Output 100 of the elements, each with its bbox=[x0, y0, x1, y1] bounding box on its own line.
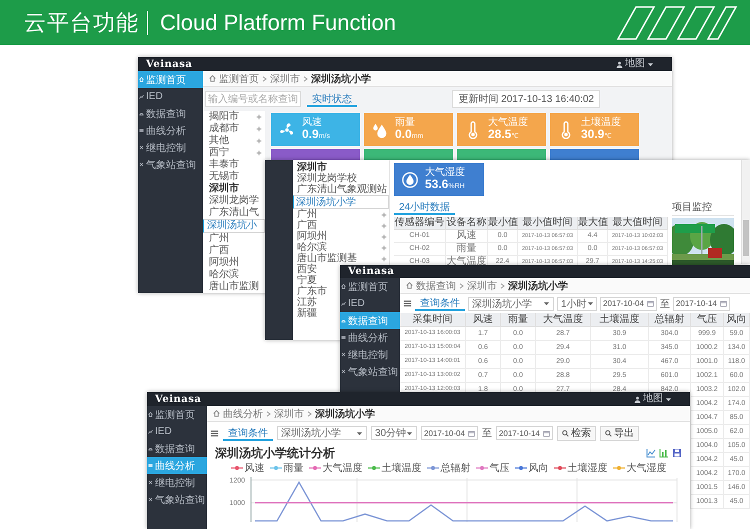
legend-label[interactable]: 土壤湿度 bbox=[568, 462, 608, 474]
gauge-icon bbox=[139, 111, 144, 116]
bar-chart-icon[interactable] bbox=[659, 448, 669, 458]
site-item[interactable]: 深圳汤坑小 bbox=[203, 219, 265, 233]
nav-item[interactable]: 曲线分析 bbox=[138, 122, 203, 139]
chevron-icon bbox=[307, 410, 312, 416]
legend-label[interactable]: 大气湿度 bbox=[626, 462, 666, 474]
site-item[interactable]: 广东市 bbox=[293, 286, 329, 297]
tab[interactable]: 查询条件 bbox=[415, 296, 465, 311]
site-item[interactable]: 丰泰市 bbox=[203, 159, 265, 171]
site-item[interactable]: 其他 bbox=[203, 135, 265, 147]
search-field[interactable]: 输入编号或名称查询 bbox=[205, 91, 301, 107]
tab[interactable]: 查询条件 bbox=[223, 426, 273, 440]
column-header: 总辐射 bbox=[649, 313, 691, 327]
tab[interactable]: 24小时数据 bbox=[394, 200, 456, 215]
nav-item[interactable]: 数据查询 bbox=[147, 440, 207, 457]
nav-item[interactable]: IED bbox=[138, 88, 203, 105]
site-item[interactable]: 成都市 bbox=[203, 123, 265, 135]
nav-item[interactable]: 继电控制 bbox=[138, 139, 203, 156]
date-field[interactable]: 2017-10-14 bbox=[672, 296, 730, 310]
menu-icon[interactable] bbox=[210, 428, 219, 438]
site-item[interactable]: 深圳市 bbox=[203, 183, 265, 195]
nav-item[interactable]: 气象站查询 bbox=[138, 156, 203, 173]
scrollbar[interactable] bbox=[741, 160, 750, 264]
breadcrumb-link[interactable]: 深圳市 bbox=[274, 406, 304, 420]
site-item[interactable]: 广西 bbox=[203, 245, 265, 257]
site-item[interactable]: 新疆 bbox=[293, 308, 319, 319]
nav-item[interactable]: 数据查询 bbox=[138, 105, 203, 122]
breadcrumb-link[interactable]: 深圳汤坑小学 bbox=[508, 278, 568, 292]
site-item[interactable]: 深圳龙岗学 bbox=[203, 195, 265, 207]
chevron-icon bbox=[266, 410, 271, 416]
site-item[interactable]: 广西 bbox=[293, 220, 389, 231]
site-item[interactable]: 哈尔滨 bbox=[293, 242, 389, 253]
date-field[interactable]: 2017-10-04 bbox=[421, 426, 478, 440]
breadcrumb-link[interactable]: 深圳汤坑小学 bbox=[311, 72, 371, 86]
save-icon[interactable] bbox=[672, 448, 682, 458]
metric-label: 土壤温度 bbox=[581, 117, 621, 128]
site-item[interactable]: 唐山市监测 bbox=[203, 281, 265, 293]
breadcrumb-link[interactable]: 深圳汤坑小学 bbox=[315, 406, 375, 420]
nav-item[interactable]: 曲线分析 bbox=[340, 329, 400, 346]
home-icon bbox=[148, 412, 153, 417]
user-menu-button[interactable]: 地图 bbox=[614, 58, 656, 70]
nav-item[interactable]: 继电控制 bbox=[147, 474, 207, 491]
interval-select[interactable]: 1小时 bbox=[557, 296, 597, 310]
site-item[interactable]: 哈尔滨 bbox=[203, 269, 265, 281]
site-item[interactable]: 广东清山气 bbox=[203, 207, 265, 219]
date-field[interactable]: 2017-10-14 bbox=[496, 426, 553, 440]
site-item[interactable]: 宁夏 bbox=[293, 275, 319, 286]
nav-item[interactable]: 监测首页 bbox=[147, 406, 207, 423]
column-header: 大气温度 bbox=[536, 313, 591, 327]
breadcrumb-link[interactable]: 监测首页 bbox=[219, 72, 259, 86]
interval-select[interactable]: 30分钟 bbox=[371, 426, 417, 440]
cross-icon bbox=[148, 497, 153, 502]
site-item[interactable]: 唐山市监测基 bbox=[293, 253, 389, 264]
breadcrumb-link[interactable]: 曲线分析 bbox=[223, 406, 263, 420]
nav-item[interactable]: 气象站查询 bbox=[147, 491, 207, 508]
nav-item[interactable]: IED bbox=[340, 295, 400, 312]
legend-label[interactable]: 风向 bbox=[528, 462, 548, 474]
site-item[interactable]: 西安 bbox=[293, 264, 319, 275]
site-item[interactable]: 广州 bbox=[203, 233, 265, 245]
site-item[interactable]: 揭阳市 bbox=[203, 111, 265, 123]
banner-title: 云平台功能 bbox=[24, 8, 139, 36]
site-item[interactable]: 深圳市 bbox=[293, 162, 329, 173]
date-field[interactable]: 2017-10-04 bbox=[600, 296, 657, 310]
site-item[interactable]: 阿坝州 bbox=[203, 257, 265, 269]
site-item[interactable]: 江苏 bbox=[293, 297, 319, 308]
cross-icon bbox=[341, 369, 346, 374]
column-header: 最大值 bbox=[578, 217, 608, 230]
site-item[interactable]: 阿坝州 bbox=[293, 231, 389, 242]
search-button[interactable]: 检索 bbox=[556, 426, 596, 440]
site-select[interactable]: 深圳汤坑小学 bbox=[468, 296, 554, 310]
home-icon bbox=[406, 282, 413, 289]
site-select[interactable]: 深圳汤坑小学 bbox=[277, 426, 367, 440]
export-button[interactable]: 导出 bbox=[600, 426, 639, 440]
menu-icon[interactable] bbox=[403, 299, 412, 308]
legend-label[interactable]: 气压 bbox=[490, 462, 510, 474]
legend-label[interactable]: 大气温度 bbox=[322, 462, 362, 474]
metric-label: 风速 bbox=[302, 117, 323, 128]
legend-label[interactable]: 雨量 bbox=[284, 462, 304, 474]
site-item[interactable]: 广东清山气象观测站 bbox=[293, 184, 389, 195]
legend-label[interactable]: 风速 bbox=[244, 462, 264, 474]
nav-item[interactable]: 监测首页 bbox=[340, 278, 400, 295]
site-item[interactable]: 西宁 bbox=[203, 147, 265, 159]
site-item[interactable]: 深圳龙岗学校 bbox=[293, 173, 359, 184]
breadcrumb-link[interactable]: 深圳市 bbox=[467, 278, 497, 292]
legend-label[interactable]: 总辐射 bbox=[440, 462, 470, 474]
breadcrumb-link[interactable]: 数据查询 bbox=[416, 278, 456, 292]
user-icon bbox=[634, 396, 641, 402]
nav-item[interactable]: 气象站查询 bbox=[340, 363, 400, 380]
legend-label[interactable]: 土壤温度 bbox=[382, 462, 422, 474]
site-item[interactable]: 广州 bbox=[293, 209, 389, 220]
cross-icon bbox=[139, 145, 144, 150]
line-chart-icon[interactable] bbox=[646, 448, 656, 458]
nav-item[interactable]: IED bbox=[147, 423, 207, 440]
nav-item[interactable]: 继电控制 bbox=[340, 346, 400, 363]
column-header: 设备名称 bbox=[446, 217, 488, 230]
tab[interactable]: 实时状态 bbox=[307, 92, 357, 106]
site-item[interactable]: 无锡市 bbox=[203, 171, 265, 183]
site-item[interactable]: 深圳汤坑小学 bbox=[293, 195, 389, 209]
breadcrumb-link[interactable]: 深圳市 bbox=[270, 72, 300, 86]
